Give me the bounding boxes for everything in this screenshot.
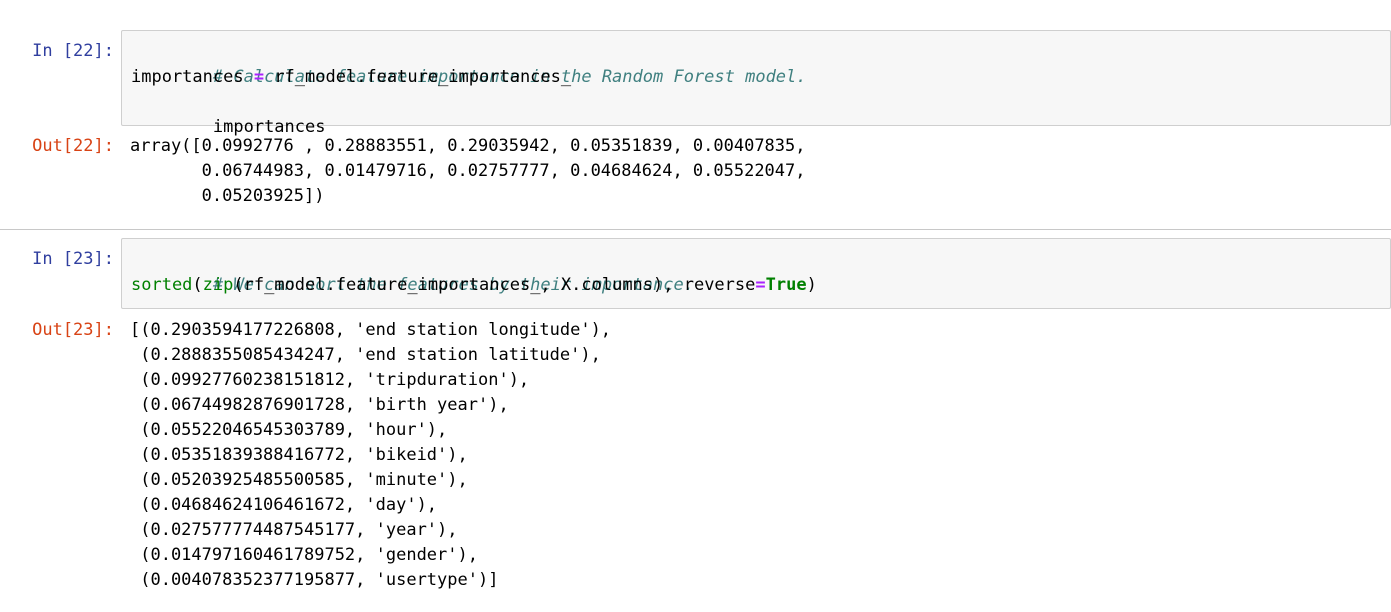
code-line: # Calculate feature importance in the Ra… bbox=[131, 40, 1390, 87]
output-line: 0.06744983, 0.01479716, 0.02757777, 0.04… bbox=[130, 161, 806, 181]
code-line: sorted(zip(rf_model.feature_importances_… bbox=[131, 273, 1390, 298]
output-line: array([0.0992776 , 0.28883551, 0.2903594… bbox=[130, 136, 806, 156]
in-prompt: In [22]: bbox=[32, 41, 114, 61]
code-operator: = bbox=[755, 275, 766, 295]
output-line: (0.014797160461789752, 'gender'), bbox=[130, 545, 478, 565]
in-prompt: In [23]: bbox=[32, 249, 114, 269]
cell-divider bbox=[0, 229, 1391, 230]
code-editor[interactable]: # We can sort the features by their impo… bbox=[121, 238, 1391, 309]
output-line: (0.05351839388416772, 'bikeid'), bbox=[130, 445, 468, 465]
code-cell-22[interactable]: In [22]: # Calculate feature importance … bbox=[0, 30, 1391, 137]
out-prompt: Out[23]: bbox=[32, 320, 114, 340]
out-prompt: Out[22]: bbox=[32, 136, 114, 156]
output-line: (0.06744982876901728, 'birth year'), bbox=[130, 395, 509, 415]
output-line: (0.004078352377195877, 'usertype')] bbox=[130, 570, 499, 590]
output-area: array([0.0992776 , 0.28883551, 0.2903594… bbox=[130, 134, 1391, 209]
code-text: ( bbox=[192, 275, 203, 295]
code-builtin: zip bbox=[202, 275, 234, 295]
code-cell-23[interactable]: In [23]: # We can sort the features by t… bbox=[0, 238, 1391, 309]
code-text: (rf_model.feature_importances_, X.column… bbox=[233, 275, 756, 295]
code-text: rf_model.feature_importances_ bbox=[264, 67, 572, 87]
output-line: (0.04684624106461672, 'day'), bbox=[130, 495, 438, 515]
output-area: [(0.2903594177226808, 'end station longi… bbox=[130, 318, 1391, 593]
code-operator: = bbox=[253, 67, 265, 87]
output-cell-23: Out[23]: [(0.2903594177226808, 'end stat… bbox=[0, 318, 1391, 598]
code-text: importances bbox=[131, 67, 254, 87]
output-line: [(0.2903594177226808, 'end station longi… bbox=[130, 320, 612, 340]
output-cell-22: Out[22]: array([0.0992776 , 0.28883551, … bbox=[0, 134, 1391, 214]
output-line: (0.2888355085434247, 'end station latitu… bbox=[130, 345, 601, 365]
code-editor[interactable]: # Calculate feature importance in the Ra… bbox=[121, 30, 1391, 137]
output-line: 0.05203925]) bbox=[130, 186, 325, 206]
notebook: In [22]: # Calculate feature importance … bbox=[0, 0, 1391, 612]
code-keyword: True bbox=[765, 275, 807, 295]
code-line: # We can sort the features by their impo… bbox=[131, 248, 1390, 295]
code-text: ) bbox=[806, 275, 817, 295]
code-line: importances bbox=[131, 90, 1390, 137]
output-line: (0.09927760238151812, 'tripduration'), bbox=[130, 370, 530, 390]
code-builtin: sorted bbox=[131, 275, 193, 295]
output-line: (0.05203925485500585, 'minute'), bbox=[130, 470, 468, 490]
output-line: (0.05522046545303789, 'hour'), bbox=[130, 420, 448, 440]
output-line: (0.027577774487545177, 'year'), bbox=[130, 520, 458, 540]
